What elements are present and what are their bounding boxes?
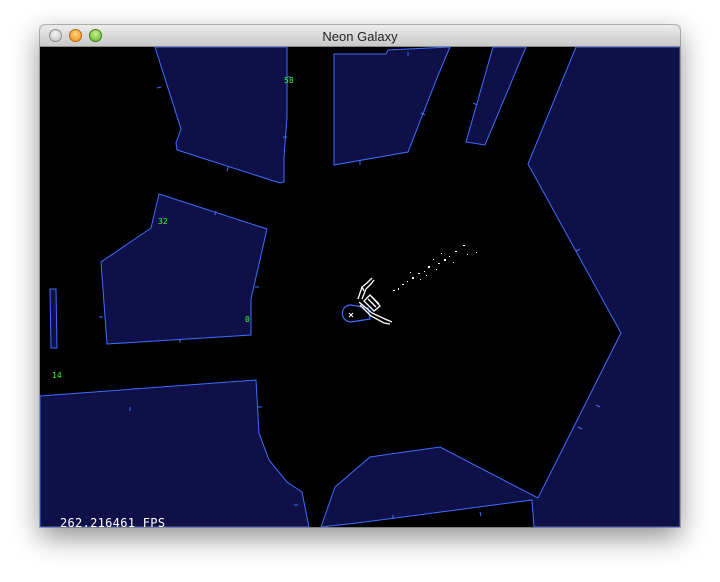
marker-label-2: 32 — [158, 217, 168, 226]
game-viewport[interactable]: 58 32 0 14 262.216461 FPS — [40, 47, 680, 530]
wall-bottom-left — [40, 379, 310, 527]
wall-top-strip — [465, 47, 527, 146]
marker-label-1: 58 — [284, 76, 294, 85]
exhaust-particles — [393, 245, 477, 291]
game-window: Neon Galaxy 58 32 0 14 262.216461 FPS — [40, 25, 680, 530]
wall-left-strip — [49, 288, 58, 349]
wall-top-left — [154, 47, 288, 184]
walls — [40, 47, 680, 527]
ship-core-icon — [348, 312, 354, 318]
marker-label-3: 0 — [245, 315, 250, 324]
wall-left-middle — [100, 193, 268, 345]
fps-counter: 262.216461 FPS — [60, 516, 166, 530]
marker-label-4: 14 — [52, 371, 62, 380]
player-ship — [341, 277, 393, 325]
wall-top-center — [333, 47, 451, 166]
ship-hull — [357, 277, 393, 325]
window-title: Neon Galaxy — [322, 29, 398, 44]
title-bar[interactable]: Neon Galaxy — [40, 25, 680, 47]
game-scene: 58 32 0 14 — [40, 47, 680, 527]
